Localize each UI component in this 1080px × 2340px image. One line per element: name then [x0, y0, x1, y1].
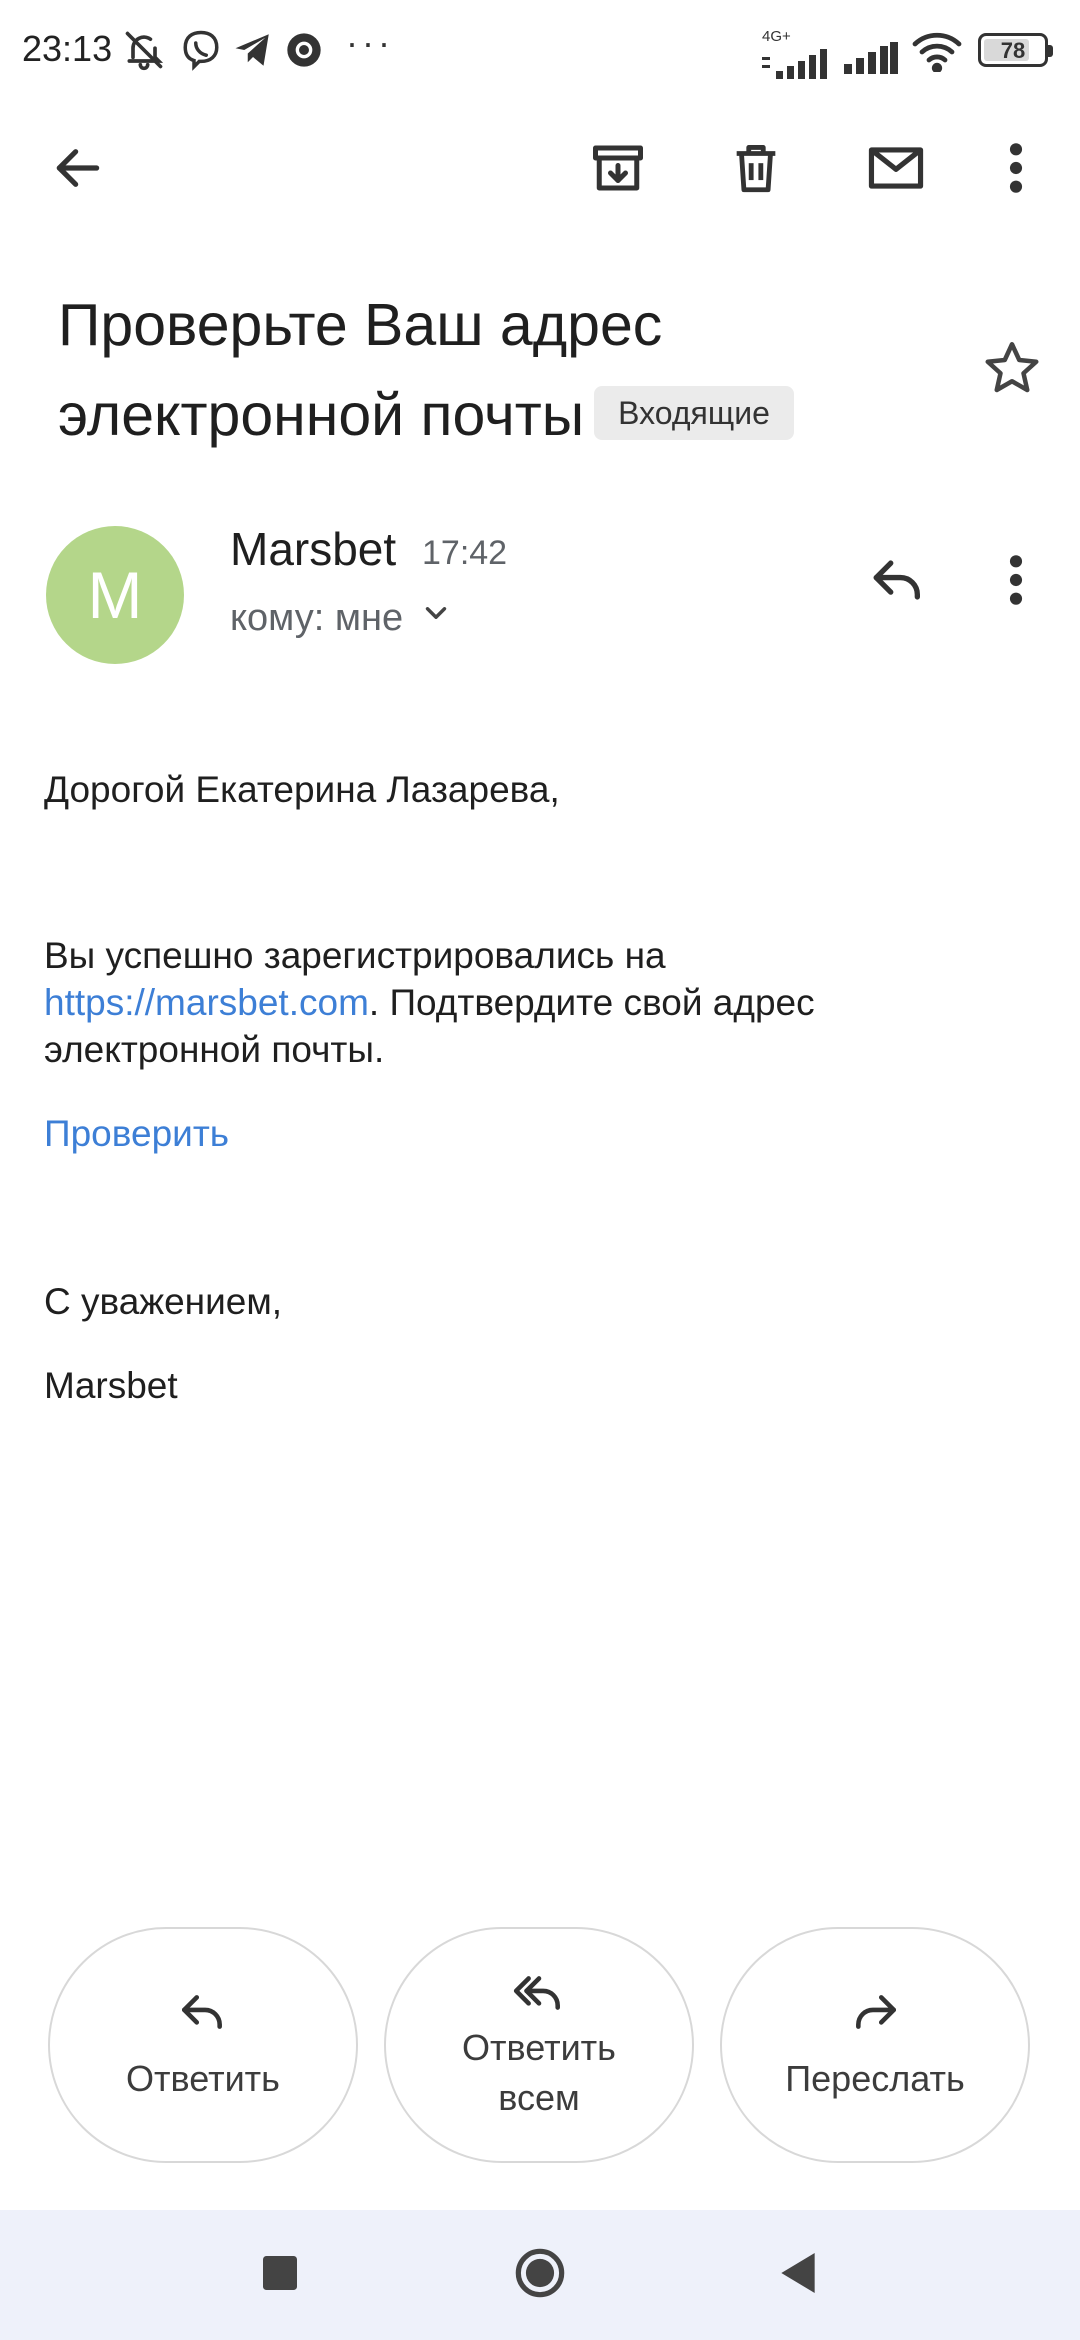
system-nav-bar: [0, 2210, 1080, 2340]
message-more-button[interactable]: [978, 544, 1054, 620]
email-greeting: Дорогой Екатерина Лазарева,: [44, 769, 560, 810]
reply-icon: [178, 1987, 228, 2042]
reply-all-icon: [512, 1968, 566, 2023]
triangle-back-icon: [780, 2252, 816, 2298]
trash-icon: [727, 139, 785, 202]
more-options-button[interactable]: [978, 132, 1054, 208]
verify-link[interactable]: Проверить: [44, 1110, 229, 1157]
battery-icon: 78: [978, 33, 1053, 67]
reply-icon: [869, 551, 927, 614]
email-signature: Marsbet: [44, 1365, 178, 1406]
body-line-3: электронной почты.: [44, 1029, 385, 1070]
body-line-1: Вы успешно зарегистрировались на: [44, 935, 666, 976]
recipient-details[interactable]: кому: мне: [230, 596, 453, 640]
more-vert-icon: [1006, 140, 1026, 201]
body-line-2-text: . Подтвердите свой адрес: [368, 982, 815, 1023]
archive-button[interactable]: [580, 132, 656, 208]
mail-icon: [865, 137, 927, 204]
battery-level: 78: [1000, 38, 1026, 63]
sender-name: Marsbet: [230, 523, 397, 575]
reply-all-label-line-2: всем: [498, 2076, 580, 2118]
label-chip-inbox[interactable]: Входящие: [594, 386, 794, 441]
avatar[interactable]: M: [46, 526, 184, 664]
status-bar: 23:13 ··· 4G+ 78: [0, 0, 1080, 100]
marsbet-link[interactable]: https://marsbet.com: [44, 982, 369, 1023]
mark-unread-button[interactable]: [858, 132, 934, 208]
archive-icon: [588, 138, 648, 203]
back-arrow-icon: [50, 140, 106, 201]
body-line-2: https://marsbet.com. Подтвердите свой ад…: [44, 979, 1044, 1026]
reply-label: Ответить: [126, 2057, 280, 2099]
reply-all-label: Ответить всем: [462, 2023, 616, 2123]
forward-label: Переслать: [785, 2057, 965, 2099]
subject-text: Проверьте Ваш адрес электронной почты: [58, 292, 663, 448]
mute-icon: [122, 28, 166, 72]
email-closing: С уважением,: [44, 1281, 283, 1322]
chrome-icon: [284, 28, 324, 72]
email-subject: Проверьте Ваш адрес электронной почты Вхо…: [58, 280, 958, 460]
circle-icon: [514, 2247, 566, 2304]
viber-icon: [180, 28, 222, 72]
reply-all-button[interactable]: Ответить всем: [384, 1927, 694, 2163]
forward-icon: [850, 1987, 900, 2042]
more-vert-icon: [1006, 552, 1026, 613]
square-icon: [263, 2255, 297, 2295]
reply-button[interactable]: Ответить: [48, 1927, 358, 2163]
back-button[interactable]: [40, 132, 116, 208]
email-body-paragraph: Вы успешно зарегистрировались на https:/…: [44, 932, 1044, 1073]
more-notifications-icon: ···: [346, 22, 394, 63]
star-icon: [982, 338, 1042, 403]
back-nav-button[interactable]: [738, 2210, 858, 2340]
reply-icon-button[interactable]: [860, 544, 936, 620]
signal-icon: [844, 36, 898, 80]
recents-button[interactable]: [220, 2210, 340, 2340]
signal-icon: [762, 42, 832, 86]
sender-time: 17:42: [422, 534, 508, 572]
delete-button[interactable]: [718, 132, 794, 208]
chevron-down-icon: [419, 596, 453, 640]
recipient-text: кому: мне: [230, 596, 404, 639]
status-time: 23:13: [22, 28, 113, 69]
wifi-icon: [912, 30, 962, 74]
forward-button[interactable]: Переслать: [720, 1927, 1030, 2163]
telegram-icon: [232, 28, 274, 72]
home-button[interactable]: [480, 2210, 600, 2340]
star-button[interactable]: [972, 330, 1052, 410]
reply-all-label-line-1: Ответить: [462, 2026, 616, 2068]
